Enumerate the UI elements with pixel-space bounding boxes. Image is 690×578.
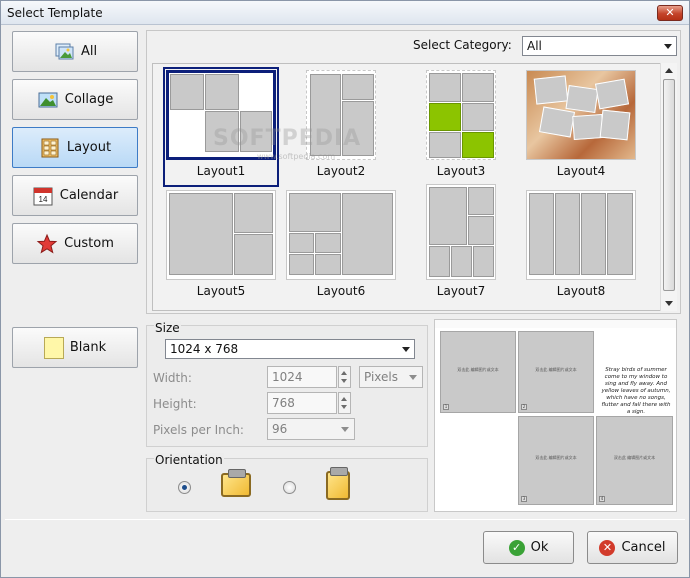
blank-page-icon <box>43 336 64 359</box>
size-preset-dropdown[interactable]: 1024 x 768 <box>165 339 415 359</box>
template-name: Layout7 <box>436 284 486 298</box>
unit-dropdown[interactable]: Pixels <box>359 366 423 388</box>
landscape-clipboard-icon <box>221 469 251 497</box>
chevron-down-icon <box>402 347 410 352</box>
category-all-button[interactable]: All <box>12 31 138 72</box>
calendar-icon: 14 <box>33 187 53 205</box>
template-layout5[interactable]: Layout5 <box>166 190 276 304</box>
template-layout6[interactable]: Layout6 <box>286 190 396 304</box>
preview-poem-text: Stray birds of summer come to my window … <box>601 367 671 415</box>
cancel-label: Cancel <box>621 540 666 555</box>
preview-cell: 双击此 编辑图片或文本 4 <box>596 416 673 505</box>
layout8-preview <box>526 190 636 280</box>
width-input[interactable]: 1024 <box>267 366 337 388</box>
category-calendar-label: Calendar <box>59 188 119 203</box>
select-template-dialog: Select Template ✕ All Collage Layout 14 … <box>0 0 690 578</box>
template-layout4[interactable]: Layout4 <box>526 70 636 184</box>
gallery-scrollbar[interactable] <box>660 63 677 311</box>
close-button[interactable]: ✕ <box>657 5 683 21</box>
template-name: Layout6 <box>316 284 366 298</box>
layout3-preview <box>426 70 496 160</box>
category-all-label: All <box>80 44 98 59</box>
template-layout7[interactable]: Layout7 <box>406 184 516 304</box>
height-spinner[interactable] <box>338 392 351 414</box>
template-name: Layout3 <box>436 164 486 178</box>
layout5-preview <box>166 190 276 280</box>
cancel-button[interactable]: ✕ Cancel <box>587 531 678 564</box>
ok-button[interactable]: ✓ Ok <box>483 531 574 564</box>
portrait-clipboard-icon <box>326 467 350 500</box>
template-list: Layout1 Layout2 Layout3 Layout4 Layout5 … <box>152 63 677 311</box>
orientation-group: Orientation <box>146 453 428 512</box>
title-bar: Select Template ✕ <box>1 1 689 25</box>
preview-cell: 双击此 编辑图片或文本 1 <box>440 331 516 413</box>
unit-value: Pixels <box>364 370 399 384</box>
height-value: 768 <box>272 396 295 410</box>
star-icon <box>36 233 58 253</box>
category-collage-label: Collage <box>64 92 114 107</box>
size-preset-value: 1024 x 768 <box>170 342 239 356</box>
template-preview: 双击此 编辑图片或文本 1 双击此 编辑图片或文本 2 双击此 编辑图片或文本 3 双… <box>434 319 677 512</box>
layout4-preview <box>526 70 636 160</box>
category-custom-button[interactable]: Custom <box>12 223 138 264</box>
category-collage-button[interactable]: Collage <box>12 79 138 120</box>
ok-label: Ok <box>530 540 549 555</box>
size-group: Size 1024 x 768 Width: 1024 Pixels Heigh… <box>146 321 428 447</box>
landscape-radio[interactable] <box>178 481 191 494</box>
layout7-preview <box>426 184 496 280</box>
category-custom-label: Custom <box>64 236 114 251</box>
chevron-down-icon <box>664 44 672 49</box>
ppi-dropdown[interactable]: 96 <box>267 418 355 440</box>
window-title: Select Template <box>7 6 103 20</box>
height-input[interactable]: 768 <box>267 392 337 414</box>
template-layout3[interactable]: Layout3 <box>406 70 516 184</box>
blank-label: Blank <box>69 340 107 355</box>
blank-button[interactable]: Blank <box>12 327 138 368</box>
preview-cell: 双击此 编辑图片或文本 3 <box>518 416 594 505</box>
width-label: Width: <box>153 371 192 385</box>
softpedia-watermark-url: www.softpedia.com <box>257 152 336 161</box>
layout6-preview <box>286 190 396 280</box>
template-name: Layout8 <box>556 284 606 298</box>
calendar-day: 14 <box>38 195 47 204</box>
picture-icon <box>55 43 74 59</box>
cancel-icon: ✕ <box>599 539 616 556</box>
template-name: Layout1 <box>196 164 246 178</box>
ppi-value: 96 <box>272 422 288 436</box>
scroll-thumb[interactable] <box>663 79 675 291</box>
width-value: 1024 <box>272 370 303 384</box>
height-label: Height: <box>153 397 197 411</box>
ppi-label: Pixels per Inch: <box>153 423 244 437</box>
template-name: Layout5 <box>196 284 246 298</box>
scroll-up-icon[interactable] <box>665 68 673 73</box>
category-dropdown[interactable]: All <box>522 36 677 56</box>
softpedia-watermark: SOFTPEDIA <box>213 126 362 151</box>
portrait-radio[interactable] <box>283 481 296 494</box>
preview-cell: 双击此 编辑图片或文本 2 <box>518 331 594 413</box>
category-value: All <box>527 39 542 53</box>
template-gallery: Select Category: All Layout1 Layout2 Lay… <box>146 30 681 314</box>
divider <box>5 519 685 520</box>
close-icon: ✕ <box>665 6 675 19</box>
layout-grid-icon <box>41 138 59 157</box>
photo-icon <box>38 92 58 107</box>
orientation-group-title: Orientation <box>154 453 224 467</box>
category-layout-button[interactable]: Layout <box>12 127 138 168</box>
template-name: Layout2 <box>316 164 366 178</box>
template-name: Layout4 <box>556 164 606 178</box>
scroll-down-icon[interactable] <box>665 301 673 306</box>
chevron-down-icon <box>409 375 417 380</box>
check-icon: ✓ <box>508 539 525 556</box>
category-calendar-button[interactable]: 14 Calendar <box>12 175 138 216</box>
width-spinner[interactable] <box>338 366 351 388</box>
template-layout8[interactable]: Layout8 <box>526 190 636 304</box>
chevron-down-icon <box>341 427 349 432</box>
select-category-label: Select Category: <box>413 38 512 52</box>
size-group-title: Size <box>154 321 181 335</box>
category-layout-label: Layout <box>66 140 112 155</box>
